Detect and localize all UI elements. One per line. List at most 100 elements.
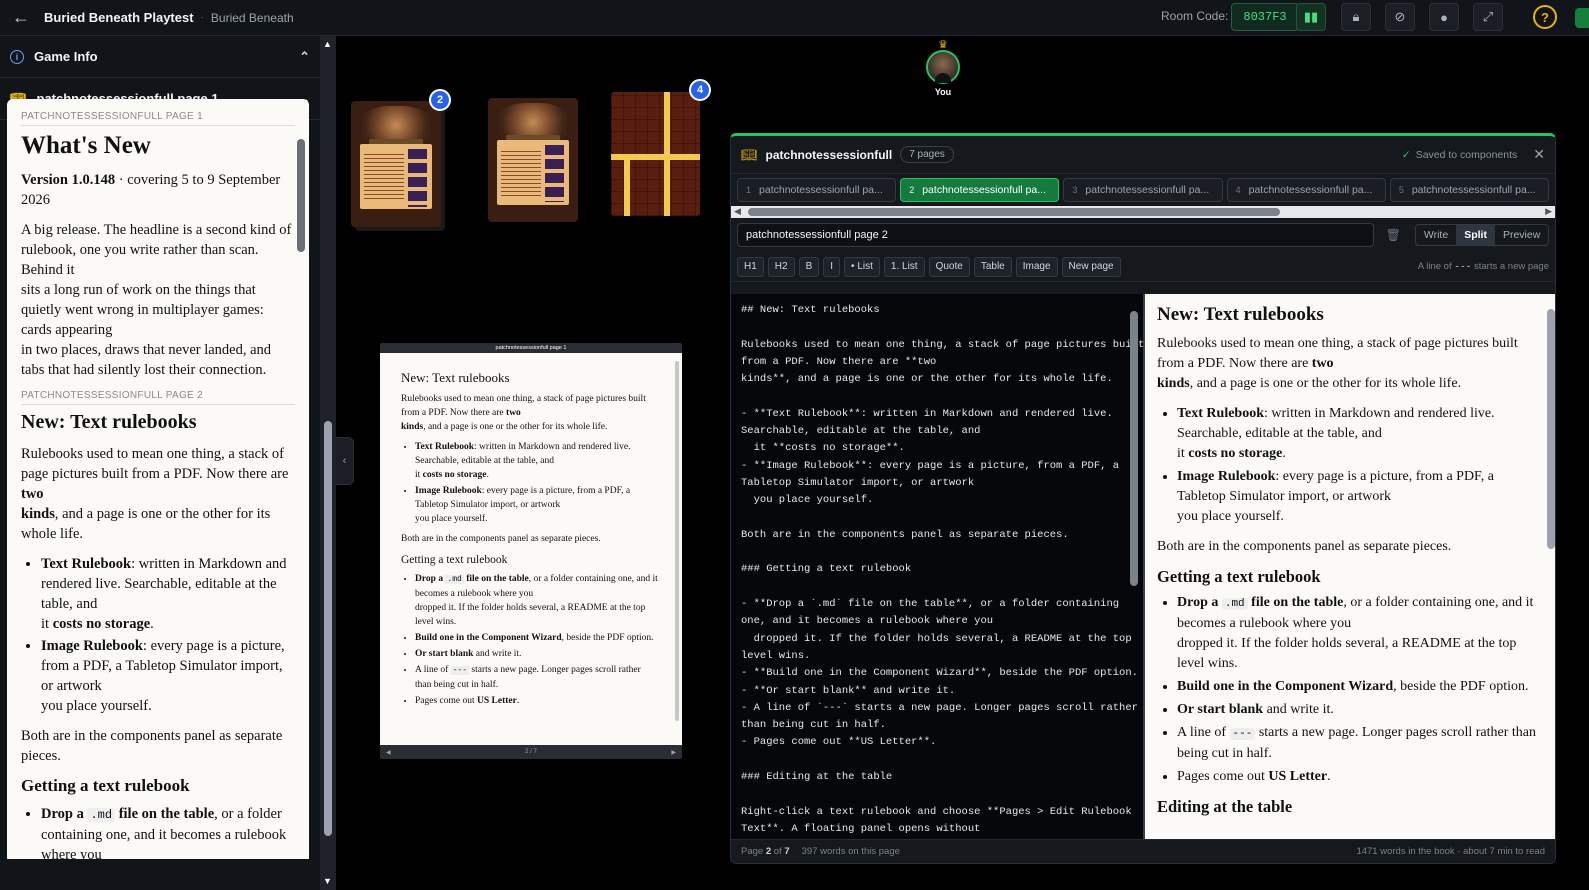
panel-footer: Page 2 of 7 397 words on this page 1471 …: [731, 839, 1555, 863]
italic-button[interactable]: I: [823, 256, 841, 277]
doc-list: Drop a .md file on the table, or a folde…: [401, 572, 658, 708]
page-section-label: PATCHNOTESSESSIONFULL PAGE 1: [21, 111, 295, 126]
quote-button[interactable]: Quote: [928, 256, 970, 277]
chart-icon[interactable]: ▮▮: [1296, 3, 1326, 31]
bold-button[interactable]: B: [798, 256, 820, 277]
crown-icon: ♛: [938, 39, 948, 51]
scroll-right-icon[interactable]: ▶: [1545, 206, 1552, 217]
doc-list: Text Rulebook: written in Markdown and r…: [21, 554, 295, 716]
scroll-down-icon[interactable]: ▼: [323, 876, 332, 886]
player-avatar[interactable]: ♛ You: [923, 40, 963, 97]
list-item: Image Rulebook: every page is a picture,…: [415, 484, 658, 526]
editor-scrollbar[interactable]: [1130, 311, 1138, 586]
doc-paragraph: Rulebooks used to mean one thing, a stac…: [1157, 336, 1518, 391]
table-button[interactable]: Table: [973, 256, 1012, 277]
collapse-sidebar-button[interactable]: ‹: [336, 437, 354, 485]
list-item: Drop a .md file on the table, or a folde…: [41, 804, 295, 859]
eye-off-icon[interactable]: ⊘: [1385, 3, 1415, 31]
preview-scrollbar[interactable]: [1547, 309, 1555, 549]
page-break-hint: A line of --- starts a new page: [1417, 261, 1549, 272]
doc-heading: New: Text rulebooks: [21, 411, 197, 433]
doc-list: Drop a .md file on the table, or a folde…: [21, 804, 295, 859]
sidebar-scrollbar[interactable]: ▲ ▼: [320, 36, 336, 890]
help-icon[interactable]: ?: [1533, 5, 1557, 29]
image-button[interactable]: Image: [1015, 256, 1058, 277]
numbered-list-button[interactable]: 1. List: [883, 256, 925, 277]
table-rulebook-pager: ◀ 2 / 7 ▶: [380, 745, 682, 759]
list-item: Pages come out US Letter.: [1177, 767, 1539, 787]
page-tab-2[interactable]: 2 patchnotessessionfull pa...: [900, 178, 1060, 202]
tabs-scrollbar[interactable]: ◀ ▶: [731, 206, 1555, 218]
back-arrow-icon[interactable]: ←: [10, 7, 32, 29]
preview-mode-button[interactable]: Preview: [1495, 225, 1548, 245]
panel-title: patchnotessessionfull: [765, 147, 893, 162]
h2-button[interactable]: H2: [767, 256, 795, 277]
scroll-up-icon[interactable]: ▲: [323, 39, 332, 49]
page-tab-5[interactable]: 5 patchnotessessionfull pa...: [1389, 178, 1550, 202]
room-code[interactable]: 8037F3: [1231, 3, 1299, 31]
table-rulebook[interactable]: patchnotessessionfull page 1 New: Text r…: [380, 343, 682, 759]
list-item: A line of --- starts a new page. Longer …: [1177, 723, 1539, 764]
next-page-icon[interactable]: ▶: [671, 749, 676, 756]
info-icon: i: [10, 49, 24, 64]
table-rulebook-scrollbar[interactable]: [675, 361, 679, 721]
list-item: Text Rulebook: written in Markdown and r…: [41, 554, 295, 634]
page-name-input[interactable]: [737, 223, 1374, 247]
page-tab-4[interactable]: 4 patchnotessessionfull pa...: [1226, 178, 1386, 202]
new-page-button[interactable]: New page: [1061, 256, 1121, 277]
list-item: Image Rulebook: every page is a picture,…: [1177, 467, 1539, 527]
doc-heading: Getting a text rulebook: [21, 776, 190, 795]
doc-heading: What's New: [21, 132, 151, 159]
page-word-count: 397 words on this page: [801, 846, 900, 857]
bullet-list-button[interactable]: • List: [844, 256, 880, 277]
rulebook-document[interactable]: PATCHNOTESSESSIONFULL PAGE 1 What's New …: [7, 99, 309, 859]
room-code-label: Room Code:: [1161, 9, 1229, 23]
markdown-editor[interactable]: ## New: Text rulebooks Rulebooks used to…: [731, 294, 1143, 840]
page-tab-1[interactable]: 1 patchnotessessionfull pa...: [737, 178, 897, 202]
write-mode-button[interactable]: Write: [1416, 225, 1456, 245]
list-item: Build one in the Component Wizard, besid…: [415, 631, 658, 645]
page-count-badge: 7 pages: [900, 146, 954, 163]
rulebook-editor-panel: 📖︎ patchnotessessionfull 7 pages ✓ Saved …: [730, 133, 1556, 864]
book-word-count: 1471 words in the book · about 7 min to …: [1356, 846, 1545, 857]
doc-scrollbar[interactable]: [297, 139, 305, 252]
doc-paragraph: Both are in the components panel as sepa…: [1157, 539, 1452, 554]
hero-card[interactable]: [351, 101, 441, 227]
hero-card[interactable]: [488, 98, 578, 222]
doc-heading: New: Text rulebooks: [1157, 304, 1324, 325]
chevron-up-icon[interactable]: ⌃: [299, 49, 310, 65]
doc-list: Text Rulebook: written in Markdown and r…: [1157, 404, 1539, 527]
list-item: Drop a .md file on the table, or a folde…: [1177, 593, 1539, 674]
markdown-preview: New: Text rulebooks Rulebooks used to me…: [1145, 294, 1555, 840]
close-icon[interactable]: ✕: [1533, 146, 1545, 163]
page-tabs: 1 patchnotessessionfull pa... 2 patchnotes…: [731, 174, 1555, 206]
fullscreen-icon[interactable]: ⤢: [1473, 3, 1503, 31]
scroll-left-icon[interactable]: ◀: [734, 206, 741, 217]
game-info-header[interactable]: i Game Info ⌃: [0, 36, 320, 78]
session-title: Buried Beneath Playtest: [44, 10, 194, 25]
split-mode-button[interactable]: Split: [1456, 225, 1495, 245]
page-name-row: 🗑︎ Write Split Preview: [731, 218, 1555, 252]
intro-paragraph: A big release. The headline is a second …: [21, 222, 292, 378]
status-edge: [1575, 8, 1589, 28]
saved-status: ✓ Saved to components: [1401, 148, 1518, 161]
doc-paragraph: Rulebooks used to mean one thing, a stac…: [21, 446, 289, 542]
trash-icon[interactable]: 🗑︎: [1386, 228, 1401, 242]
mic-icon[interactable]: ●: [1429, 3, 1459, 31]
map-tile-card[interactable]: [611, 92, 700, 216]
prev-page-icon[interactable]: ◀: [386, 749, 391, 756]
stack-count-badge: 2: [429, 89, 451, 111]
list-item: Image Rulebook: every page is a picture,…: [41, 636, 295, 716]
scroll-thumb[interactable]: [324, 421, 332, 836]
view-mode-toggle: Write Split Preview: [1414, 224, 1549, 246]
list-item: Pages come out US Letter.: [415, 694, 658, 708]
doc-heading: Editing at the table: [1157, 797, 1293, 816]
format-toolbar: H1 H2 B I • List 1. List Quote Table Ima…: [731, 252, 1555, 282]
avatar: [926, 50, 960, 84]
stack-count-badge: 4: [689, 79, 711, 101]
page-tab-3[interactable]: 3 patchnotessessionfull pa...: [1063, 178, 1223, 202]
scroll-thumb[interactable]: [748, 208, 1280, 216]
lock-icon[interactable]: 🔒︎: [1341, 3, 1371, 31]
h1-button[interactable]: H1: [737, 256, 764, 277]
doc-paragraph: Both are in the components panel as sepa…: [401, 534, 601, 544]
